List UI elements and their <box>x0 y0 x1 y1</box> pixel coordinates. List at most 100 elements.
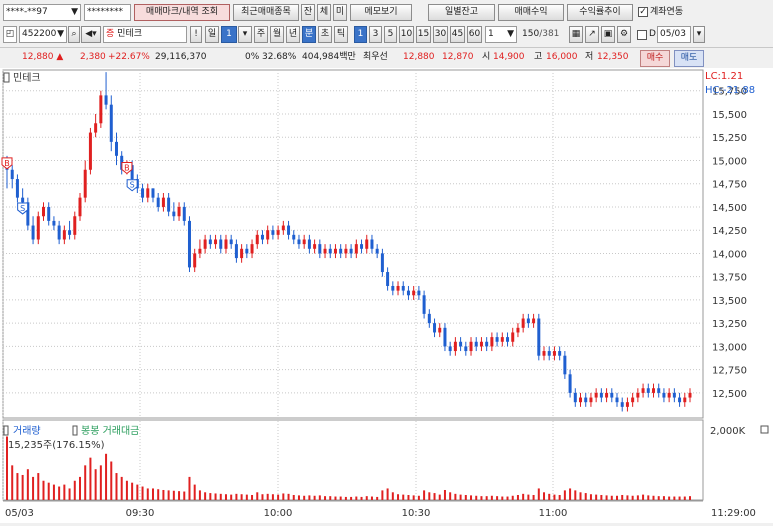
volume-bar <box>636 495 639 500</box>
volume-bar <box>37 473 40 500</box>
time-axis: 05/03 09:30 10:00 10:30 11:00 11:29:00 <box>5 508 756 519</box>
interval-5[interactable]: 5 <box>384 26 397 43</box>
candle-body <box>88 132 92 170</box>
candle-body <box>459 341 463 347</box>
tab-jan[interactable]: 잔 <box>301 4 315 21</box>
candle-body <box>605 392 609 398</box>
chevron-down-icon[interactable]: ▾ <box>238 26 252 43</box>
recent-trades-button[interactable]: 최근매매종목 <box>233 4 299 21</box>
price-tick-label: 15,250 <box>712 133 747 144</box>
stock-badge: 증 <box>106 29 115 39</box>
volume-bar <box>73 480 76 500</box>
trade-profit-button[interactable]: 매매수익 <box>498 4 564 21</box>
candle-body <box>500 337 504 342</box>
price-axis: 15,75015,50015,25015,00014,75014,50014,2… <box>712 87 747 400</box>
memo-button[interactable]: 메모보기 <box>350 4 412 21</box>
period-minute[interactable]: 분 <box>302 26 316 43</box>
volume-bar <box>370 496 373 500</box>
profit-rate-button[interactable]: 수익률추이 <box>567 4 633 21</box>
time-tick-label: 11:00 <box>539 508 568 519</box>
date-field[interactable]: 05/03 <box>657 26 691 43</box>
stock-name-field[interactable]: 증 민테크 <box>103 26 187 43</box>
volume-bar <box>292 494 295 500</box>
interval-15[interactable]: 15 <box>416 26 431 43</box>
volume-bar <box>183 491 186 500</box>
date-prefix-label: D <box>649 29 656 39</box>
account-select[interactable]: ****-**97 ▼ <box>3 4 81 21</box>
volume-bar <box>652 495 655 500</box>
candle-body <box>511 332 515 342</box>
calendar-icon[interactable]: ▾ <box>693 26 705 43</box>
period-tick[interactable]: 틱 <box>334 26 348 43</box>
period-day[interactable]: 일 <box>205 26 219 43</box>
candle-body <box>208 239 212 245</box>
volume-bar <box>407 494 410 500</box>
grid-icon[interactable]: ▦ <box>569 26 583 43</box>
volume-bar <box>449 492 452 500</box>
volume-bar <box>579 492 582 500</box>
candle-body <box>453 341 457 352</box>
period-year[interactable]: 년 <box>286 26 300 43</box>
candle-body <box>250 244 254 254</box>
period-week[interactable]: 주 <box>254 26 268 43</box>
price-tick-label: 14,250 <box>712 226 747 237</box>
search-icon[interactable]: ⌕ <box>68 26 80 43</box>
volume-bar <box>662 496 665 500</box>
candle-body <box>31 225 35 240</box>
date-checkbox[interactable] <box>637 30 647 40</box>
interval-10[interactable]: 10 <box>399 26 414 43</box>
count-select[interactable]: 1 ▼ <box>485 26 517 43</box>
daily-balance-button[interactable]: 일별잔고 <box>428 4 495 21</box>
period-second[interactable]: 초 <box>318 26 332 43</box>
period-count-select[interactable]: 1 <box>221 26 237 43</box>
volume-bar <box>84 465 87 500</box>
candle-body <box>631 397 635 403</box>
speaker-icon[interactable]: ◀▾ <box>81 26 101 43</box>
candle-body <box>287 225 291 235</box>
draw-icon[interactable]: ↗ <box>585 26 599 43</box>
stock-code-select[interactable]: 452200 ▼ <box>19 26 67 43</box>
volume-bar <box>511 495 514 500</box>
alert-button[interactable]: ! <box>190 26 202 43</box>
save-icon[interactable]: ▣ <box>601 26 615 43</box>
gear-icon[interactable]: ⚙ <box>617 26 631 43</box>
period-month[interactable]: 월 <box>270 26 284 43</box>
layout-icon[interactable]: ◰ <box>3 26 17 43</box>
volume-bar <box>245 494 248 500</box>
buy-button[interactable]: 매수 <box>640 50 670 67</box>
candle-body <box>532 318 536 324</box>
hc-label: HC:-21.88 <box>705 85 755 96</box>
price-tick-label: 14,000 <box>712 249 747 260</box>
account-link-checkbox[interactable]: ✓ <box>638 7 648 17</box>
candle-body <box>652 388 656 393</box>
candle-series <box>5 72 692 412</box>
interval-3[interactable]: 3 <box>369 26 382 43</box>
volume-bar <box>668 496 671 500</box>
candle-body <box>641 388 645 393</box>
password-field[interactable]: ******** <box>84 4 131 21</box>
volume-bar <box>110 461 113 500</box>
tab-mi[interactable]: 미 <box>333 4 347 21</box>
volume-bar <box>282 493 285 500</box>
volume-bar <box>120 476 123 500</box>
turnover-pct: 32.68% <box>262 52 297 62</box>
volume-bar <box>496 496 499 500</box>
tab-che[interactable]: 체 <box>317 4 331 21</box>
trade-mark-button[interactable]: 매매마크/내역 조회 <box>134 4 230 21</box>
candle-body <box>307 239 311 249</box>
interval-60[interactable]: 60 <box>467 26 482 43</box>
interval-30[interactable]: 30 <box>433 26 448 43</box>
volume-bar <box>26 469 29 500</box>
interval-45[interactable]: 45 <box>450 26 465 43</box>
chevron-down-icon: ▼ <box>57 29 64 39</box>
up-arrow-icon: ▲ <box>56 52 64 62</box>
volume-bar <box>574 490 577 500</box>
price-tick-label: 12,500 <box>712 389 747 400</box>
price-chart[interactable]: 15,75015,50015,25015,00014,75014,50014,2… <box>0 68 773 523</box>
price-panel-title: 민테크 <box>13 72 41 84</box>
volume-bar <box>105 453 108 500</box>
chart-area[interactable]: 15,750 15,500 15,250 15,000 14,750 14,500 14,2… <box>0 68 773 523</box>
sell-button[interactable]: 매도 <box>674 50 704 67</box>
candle-body <box>151 188 155 198</box>
interval-1[interactable]: 1 <box>354 26 367 43</box>
